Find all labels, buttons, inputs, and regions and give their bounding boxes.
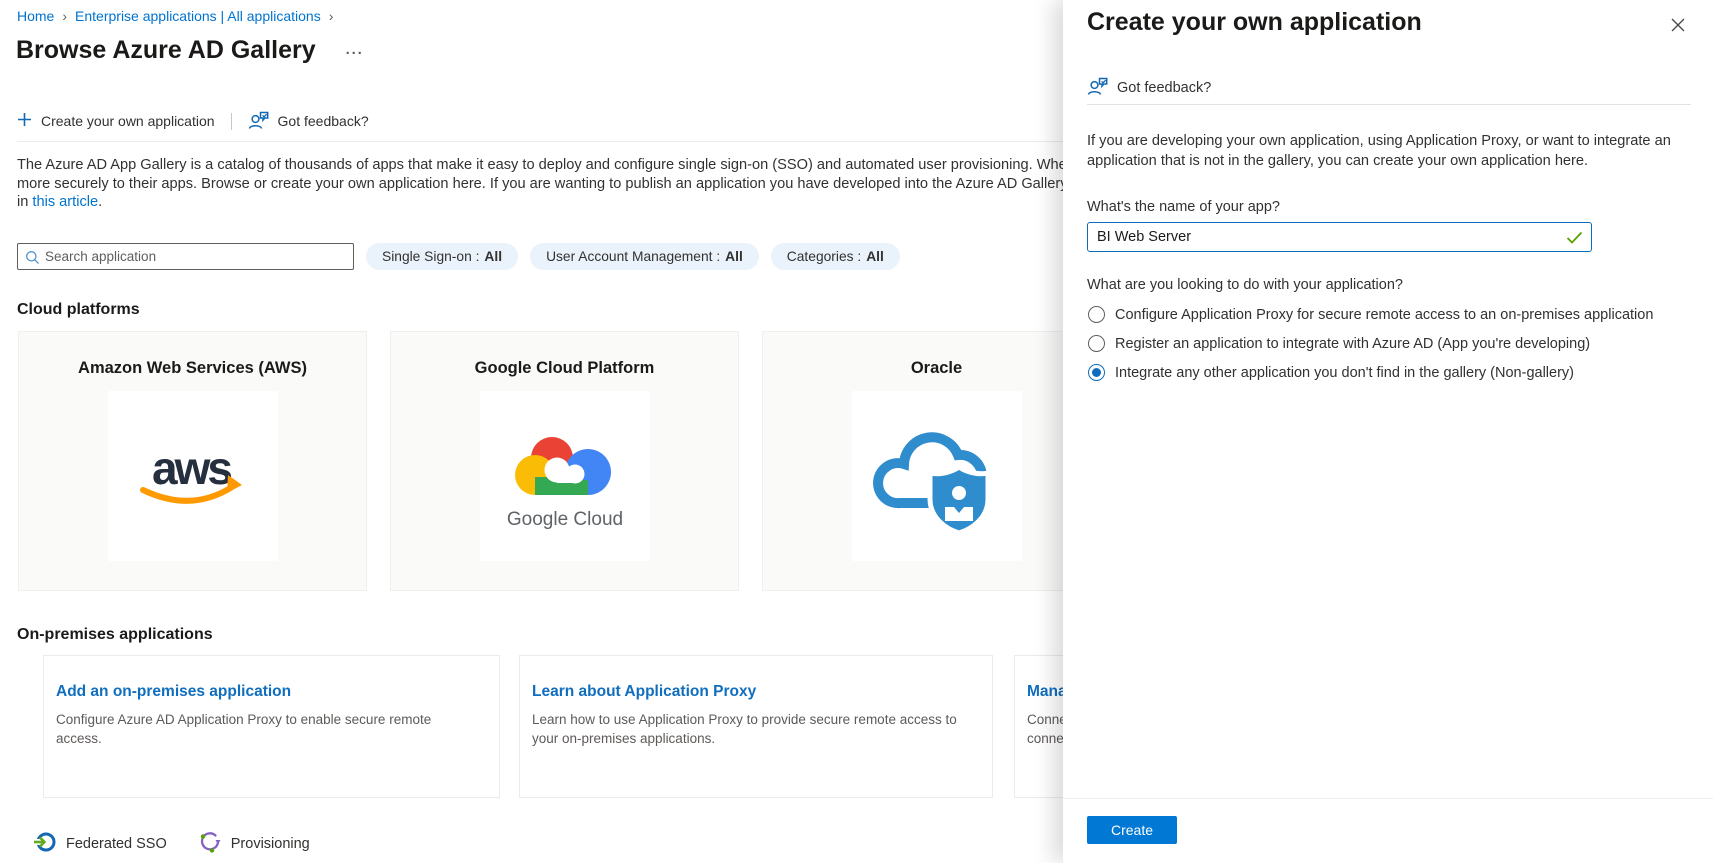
google-cloud-logo: Google Cloud	[480, 391, 650, 561]
cloud-platform-cards: Amazon Web Services (AWS) aws Google Clo…	[18, 331, 1111, 591]
feedback-icon	[248, 110, 269, 133]
command-bar: Create your own application Got feedback…	[17, 109, 369, 133]
app-option-1-radio[interactable]	[1088, 335, 1105, 352]
this-article-link[interactable]: this article	[32, 194, 98, 210]
app-option-0-label: Configure Application Proxy for secure r…	[1115, 307, 1653, 323]
google-cloud-card[interactable]: Google Cloud Platform Google Cloud	[390, 331, 739, 591]
create-button[interactable]: Create	[1087, 816, 1177, 844]
got-feedback-label: Got feedback?	[278, 113, 369, 129]
breadcrumb: Home › Enterprise applications | All app…	[17, 8, 333, 24]
panel-got-feedback-button[interactable]: Got feedback?	[1087, 76, 1211, 100]
learn-about-application-proxy-title: Learn about Application Proxy	[532, 683, 992, 701]
app-name-question: What's the name of your app?	[1087, 199, 1280, 215]
breadcrumb-enterprise-applications-link[interactable]: Enterprise applications | All applicatio…	[75, 8, 321, 24]
filter-categories[interactable]: Categories :All	[771, 243, 900, 270]
search-application-input[interactable]	[45, 246, 347, 267]
capability-legend: Federated SSO Provisioning	[33, 831, 310, 857]
panel-description: If you are developing your own applicati…	[1087, 132, 1705, 172]
oracle-cloud-logo	[852, 391, 1022, 561]
got-feedback-button[interactable]: Got feedback?	[248, 110, 369, 133]
valid-checkmark-icon	[1566, 231, 1583, 249]
aws-logo: aws	[108, 391, 278, 561]
app-name-field[interactable]	[1087, 222, 1592, 252]
oracle-card-title: Oracle	[763, 359, 1110, 378]
svg-text:aws: aws	[152, 442, 231, 494]
search-and-filters: Single Sign-on :All User Account Managem…	[17, 243, 900, 270]
aws-card[interactable]: Amazon Web Services (AWS) aws	[18, 331, 367, 591]
provisioning-legend-item: Provisioning	[199, 831, 310, 857]
breadcrumb-chevron-icon: ›	[329, 8, 334, 24]
add-on-premises-application-card[interactable]: Add an on-premises application Configure…	[43, 655, 500, 798]
cloud-platforms-heading: Cloud platforms	[17, 301, 140, 319]
panel-title: Create your own application	[1087, 8, 1422, 37]
gallery-description-line3: in this article.	[17, 193, 1075, 212]
google-cloud-card-title: Google Cloud Platform	[391, 359, 738, 378]
app-name-input[interactable]	[1097, 225, 1537, 248]
svg-text:Google Cloud: Google Cloud	[506, 509, 622, 530]
app-option-2[interactable]: Integrate any other application you don'…	[1088, 364, 1574, 381]
breadcrumb-home-link[interactable]: Home	[17, 8, 54, 24]
page-title: Browse Azure AD Gallery	[16, 36, 316, 65]
add-on-premises-application-title: Add an on-premises application	[56, 683, 499, 701]
on-premises-heading: On-premises applications	[17, 626, 213, 644]
gallery-description-line1: The Azure AD App Gallery is a catalog of…	[17, 156, 1075, 175]
app-option-1-label: Register an application to integrate wit…	[1115, 336, 1590, 352]
gallery-description-line2: more securely to their apps. Browse or c…	[17, 175, 1075, 194]
panel-got-feedback-label: Got feedback?	[1117, 80, 1211, 96]
create-your-own-application-label: Create your own application	[41, 113, 215, 129]
federated-sso-label: Federated SSO	[66, 836, 167, 852]
app-action-question: What are you looking to do with your app…	[1087, 277, 1403, 293]
learn-about-application-proxy-description: Learn how to use Application Proxy to pr…	[532, 710, 958, 748]
filter-user-account-management[interactable]: User Account Management :All	[530, 243, 759, 270]
app-option-0[interactable]: Configure Application Proxy for secure r…	[1088, 306, 1653, 323]
create-your-own-application-panel: Create your own application Got feedback…	[1063, 0, 1713, 863]
provisioning-label: Provisioning	[231, 836, 310, 852]
close-icon[interactable]	[1669, 16, 1687, 34]
panel-footer-divider	[1063, 798, 1713, 799]
federated-sso-legend-item: Federated SSO	[33, 831, 167, 857]
more-options-icon[interactable]: ···	[346, 45, 364, 62]
toolbar-divider	[231, 113, 232, 130]
create-your-own-application-button[interactable]: Create your own application	[17, 112, 215, 130]
app-option-2-label: Integrate any other application you don'…	[1115, 365, 1574, 381]
add-on-premises-application-description: Configure Azure AD Application Proxy to …	[56, 710, 448, 748]
learn-about-application-proxy-card[interactable]: Learn about Application Proxy Learn how …	[519, 655, 993, 798]
app-option-0-radio[interactable]	[1088, 306, 1105, 323]
plus-icon	[17, 112, 32, 130]
search-box[interactable]	[17, 243, 354, 270]
oracle-card[interactable]: Oracle	[762, 331, 1111, 591]
app-option-2-radio[interactable]	[1088, 364, 1105, 381]
app-option-1[interactable]: Register an application to integrate wit…	[1088, 335, 1590, 352]
panel-divider	[1087, 104, 1691, 105]
provisioning-icon	[199, 831, 221, 857]
gallery-description: The Azure AD App Gallery is a catalog of…	[17, 156, 1075, 212]
federated-sso-icon	[33, 831, 56, 857]
breadcrumb-chevron-icon: ›	[62, 8, 67, 24]
aws-card-title: Amazon Web Services (AWS)	[19, 359, 366, 378]
feedback-icon	[1087, 76, 1108, 100]
filter-single-sign-on[interactable]: Single Sign-on :All	[366, 243, 518, 270]
